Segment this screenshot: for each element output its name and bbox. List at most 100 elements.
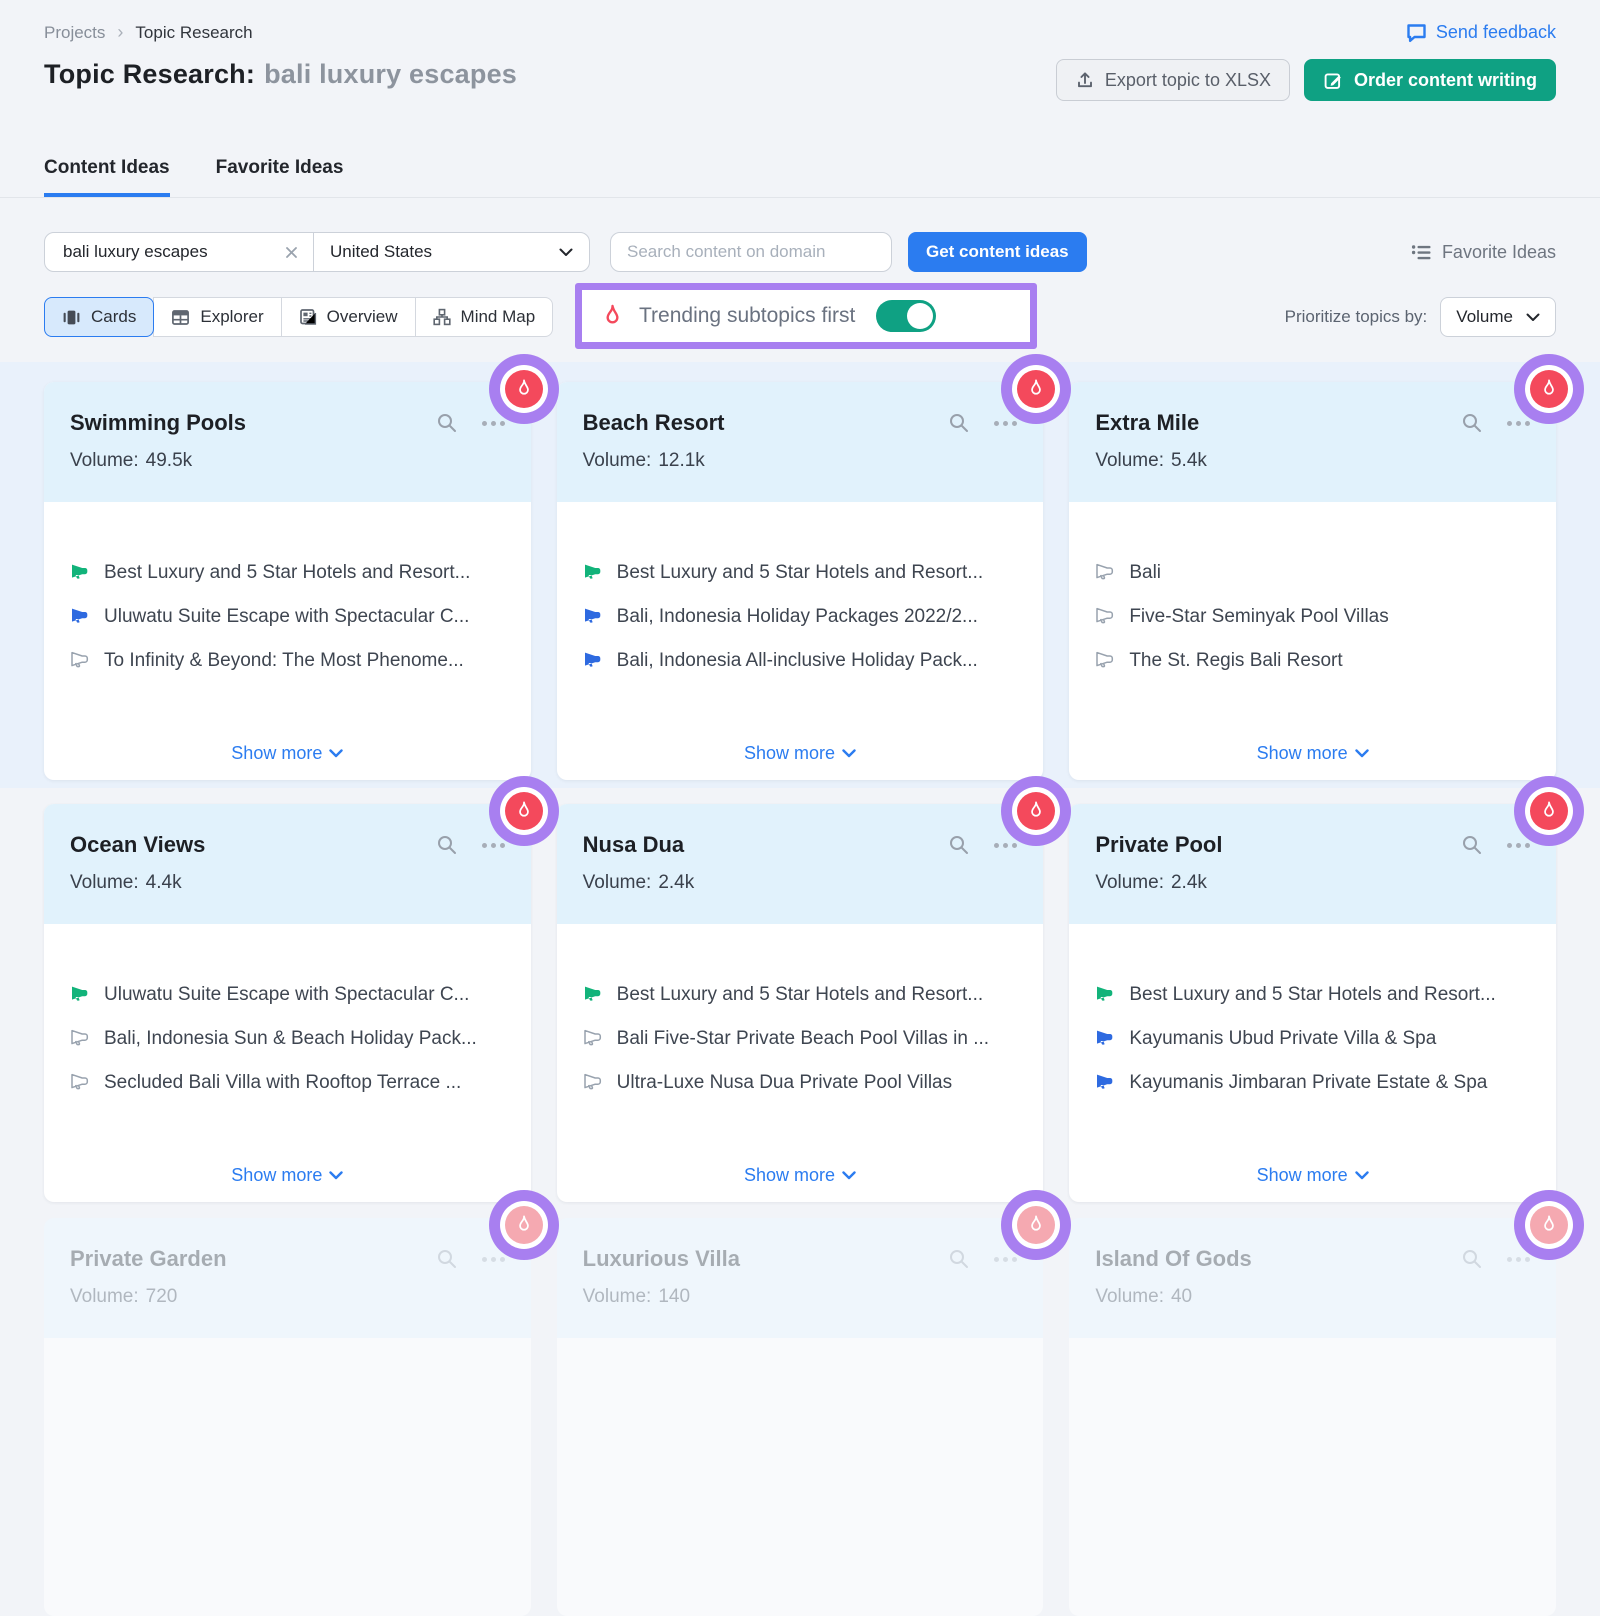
search-icon[interactable] [436,834,458,856]
tab-favorite-ideas[interactable]: Favorite Ideas [216,157,344,197]
kebab-menu-icon[interactable] [1507,843,1530,848]
view-mindmap-button[interactable]: Mind Map [415,297,554,337]
breadcrumb-current: Topic Research [135,23,252,43]
kebab-menu-icon[interactable] [1507,1257,1530,1262]
view-cards-button[interactable]: Cards [44,297,154,337]
tab-content-ideas[interactable]: Content Ideas [44,157,170,197]
search-icon[interactable] [948,834,970,856]
export-topic-button[interactable]: Export topic to XLSX [1056,59,1290,101]
content-idea-item[interactable]: Best Luxury and 5 Star Hotels and Resort… [70,562,505,583]
keyword-input[interactable] [61,241,284,263]
topic-card-private-garden: Private Garden Volume:720 [44,1218,531,1616]
show-more-link[interactable]: Show more [1257,1165,1369,1186]
breadcrumb-projects-link[interactable]: Projects [44,23,105,43]
search-icon[interactable] [948,1248,970,1270]
toggle-knob [907,303,933,329]
page-header: Projects › Topic Research Topic Research… [44,22,1556,101]
card-title: Beach Resort [583,410,949,436]
content-idea-item[interactable]: To Infinity & Beyond: The Most Phenome..… [70,650,505,671]
domain-search-input[interactable] [610,232,892,272]
show-more-link[interactable]: Show more [231,743,343,764]
card-title: Private Pool [1095,832,1461,858]
content-idea-item[interactable]: Best Luxury and 5 Star Hotels and Resort… [1095,984,1530,1005]
megaphone-blue-icon [1095,1029,1114,1046]
search-icon[interactable] [948,412,970,434]
megaphone-blue-icon [1095,1073,1114,1090]
trending-flame-badge [1514,354,1584,424]
page-title-query: bali luxury escapes [264,59,517,89]
prioritize-select[interactable]: Volume [1440,297,1556,337]
search-icon[interactable] [1461,1248,1483,1270]
content-idea-item[interactable]: Bali [1095,562,1530,583]
kebab-menu-icon[interactable] [482,1257,505,1262]
content-idea-item[interactable]: Bali, Indonesia Sun & Beach Holiday Pack… [70,1028,505,1049]
pencil-square-icon [1323,70,1344,91]
megaphone-blue-icon [70,607,89,624]
megaphone-gray-icon [70,651,89,668]
trending-toggle-label: Trending subtopics first [639,304,855,328]
kebab-menu-icon[interactable] [994,843,1017,848]
search-icon[interactable] [436,412,458,434]
content-idea-item[interactable]: Uluwatu Suite Escape with Spectacular C.… [70,984,505,1005]
search-icon[interactable] [1461,412,1483,434]
content-idea-item[interactable]: Bali, Indonesia Holiday Packages 2022/2.… [583,606,1018,627]
order-content-writing-button[interactable]: Order content writing [1304,59,1556,101]
content-idea-item[interactable]: Best Luxury and 5 Star Hotels and Resort… [583,984,1018,1005]
kebab-menu-icon[interactable] [994,421,1017,426]
megaphone-green-icon [70,985,89,1002]
clear-keyword-icon[interactable] [284,245,299,260]
trending-toggle[interactable] [876,300,936,332]
topic-card-ocean-views: Ocean Views Volume:4.4k Uluwatu Suite Es… [44,804,531,1202]
content-idea-item[interactable]: Bali Five-Star Private Beach Pool Villas… [583,1028,1018,1049]
show-more-link[interactable]: Show more [744,743,856,764]
megaphone-blue-icon [583,607,602,624]
kebab-menu-icon[interactable] [994,1257,1017,1262]
country-select[interactable]: United States [313,233,589,271]
content-idea-item[interactable]: Uluwatu Suite Escape with Spectacular C.… [70,606,505,627]
mindmap-icon [433,308,451,326]
kebab-menu-icon[interactable] [482,843,505,848]
megaphone-gray-icon [1095,607,1114,624]
content-idea-item[interactable]: Best Luxury and 5 Star Hotels and Resort… [583,562,1018,583]
content-idea-item[interactable]: Kayumanis Jimbaran Private Estate & Spa [1095,1072,1530,1093]
volume-value: 40 [1171,1286,1192,1308]
volume-value: 2.4k [658,872,694,894]
search-icon[interactable] [436,1248,458,1270]
content-idea-item[interactable]: Kayumanis Ubud Private Villa & Spa [1095,1028,1530,1049]
card-title: Ocean Views [70,832,436,858]
megaphone-green-icon [583,985,602,1002]
view-overview-button[interactable]: Overview [281,297,416,337]
topic-card-island-of-gods: Island Of Gods Volume:40 [1069,1218,1556,1616]
favorite-ideas-link[interactable]: Favorite Ideas [1411,242,1556,263]
get-content-ideas-button[interactable]: Get content ideas [908,232,1087,272]
topic-card-swimming-pools: Swimming Pools Volume:49.5k Best Luxury … [44,382,531,780]
overview-doc-icon [299,308,317,326]
explorer-table-icon [171,309,190,326]
kebab-menu-icon[interactable] [482,421,505,426]
view-explorer-button[interactable]: Explorer [153,297,281,337]
content-idea-item[interactable]: Secluded Bali Villa with Rooftop Terrace… [70,1072,505,1093]
megaphone-gray-icon [70,1073,89,1090]
tabs: Content Ideas Favorite Ideas [0,157,1600,198]
show-more-link[interactable]: Show more [744,1165,856,1186]
content-idea-item[interactable]: Ultra-Luxe Nusa Dua Private Pool Villas [583,1072,1018,1093]
kebab-menu-icon[interactable] [1507,421,1530,426]
megaphone-green-icon [1095,985,1114,1002]
content-idea-item[interactable]: The St. Regis Bali Resort [1095,650,1530,671]
trending-flame-badge [1514,1190,1584,1260]
topic-card-private-pool: Private Pool Volume:2.4k Best Luxury and… [1069,804,1556,1202]
card-title: Nusa Dua [583,832,949,858]
chevron-down-icon [559,248,573,257]
send-feedback-link[interactable]: Send feedback [1406,22,1556,43]
show-more-link[interactable]: Show more [231,1165,343,1186]
search-icon[interactable] [1461,834,1483,856]
volume-value: 5.4k [1171,450,1207,472]
show-more-link[interactable]: Show more [1257,743,1369,764]
feedback-chat-icon [1406,23,1427,43]
content-idea-item[interactable]: Five-Star Seminyak Pool Villas [1095,606,1530,627]
prioritize-label: Prioritize topics by: [1285,307,1428,327]
content-idea-item[interactable]: Bali, Indonesia All-inclusive Holiday Pa… [583,650,1018,671]
card-title: Extra Mile [1095,410,1461,436]
trending-row-band: Swimming Pools Volume:49.5k Best Luxury … [0,362,1600,788]
trending-flame-badge [1001,1190,1071,1260]
